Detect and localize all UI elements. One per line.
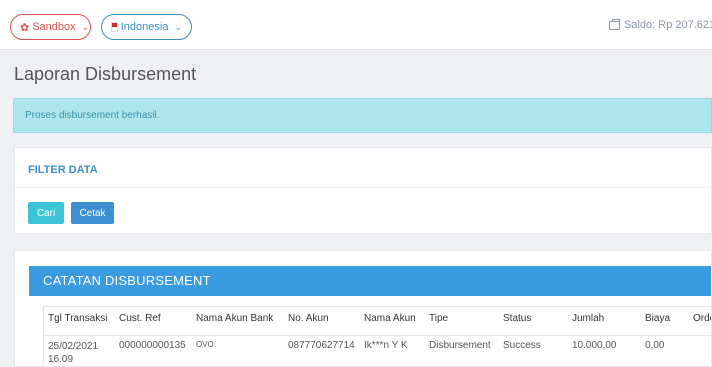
filter-panel-header: FILTER DATA [15,148,711,188]
table-header-row: Tgl Transaksi Cust. Ref Nama Akun Bank N… [44,307,711,336]
filter-title: FILTER DATA [28,164,98,176]
filter-panel: FILTER DATA Cari Cetak [14,147,712,234]
table-row: 25/02/2021 16.09 000000000135 OVO 087770… [44,335,711,366]
records-table: Tgl Transaksi Cust. Ref Nama Akun Bank N… [44,307,711,366]
cell-date: 25/02/2021 16.09 [48,340,99,365]
search-button[interactable]: Cari [28,202,64,224]
cell-status: Success [503,339,541,351]
column-header-cust-ref[interactable]: Cust. Ref [115,307,192,336]
cell-amount: 10.000,00 [572,339,617,351]
balance-label: Saldo: Rp 207.621.8 [624,19,712,31]
column-header-fee[interactable]: Biaya [641,307,689,336]
cell-bank-name: OVO [196,339,214,349]
alert-message: Proses disbursement berhasil. [25,110,160,121]
gear-icon: ✿ [20,21,30,34]
column-header-account-name[interactable]: Nama Akun [360,307,425,336]
column-header-account-no[interactable]: No. Akun [284,307,360,336]
cell-account-no: 087770627714 [288,339,355,351]
chevron-down-icon: ⌄ [81,21,90,32]
cell-account-name: Ik***n Y K [364,339,408,351]
cell-order [689,335,711,366]
column-header-date[interactable]: Tgl Transaksi [44,307,115,336]
cell-fee: 0,00 [645,339,665,351]
cell-type: Disbursement [429,339,491,351]
print-button[interactable]: Cetak [71,202,114,224]
top-navbar: ✿ Sandbox ⌄ Indonesia ⌄ Saldo: Rp 207.62… [0,0,712,50]
cell-cust-ref: 000000000135 [119,339,186,351]
chevron-down-icon: ⌄ [174,21,182,32]
country-selector[interactable]: Indonesia ⌄ [101,14,192,40]
column-header-bank-name[interactable]: Nama Akun Bank [192,307,284,336]
column-header-amount[interactable]: Jumlah [568,307,641,336]
records-table-container[interactable]: Tgl Transaksi Cust. Ref Nama Akun Bank N… [43,306,711,366]
environment-selector[interactable]: ✿ Sandbox ⌄ [10,14,91,40]
indonesia-flag-icon [111,22,118,32]
column-header-type[interactable]: Tipe [425,307,499,336]
environment-label: Sandbox [32,21,76,33]
balance-display: Saldo: Rp 207.621.8 [609,18,712,31]
country-label: Indonesia [120,21,169,33]
records-panel: CATATAN DISBURSEMENT Tgl Transaksi Cust.… [14,250,712,367]
wallet-icon [609,18,620,30]
column-header-status[interactable]: Status [499,307,568,336]
column-header-order[interactable]: Orde [689,307,711,336]
success-alert: Proses disbursement berhasil. [13,98,712,133]
records-title: CATATAN DISBURSEMENT [29,266,711,296]
page-title: Laporan Disbursement [14,64,197,84]
